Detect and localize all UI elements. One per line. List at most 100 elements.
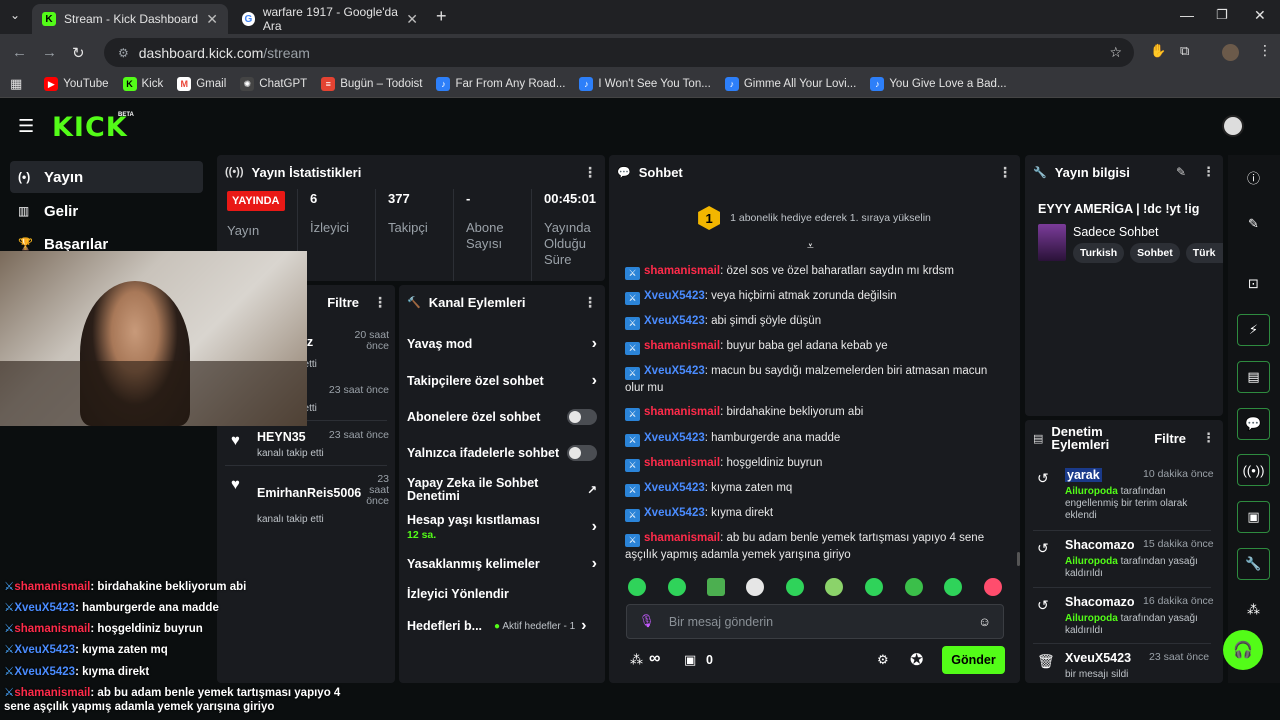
user-avatar[interactable]	[1222, 115, 1244, 137]
more-options-icon[interactable]: ⋮	[1202, 164, 1215, 180]
chat-scrollbar[interactable]	[1017, 552, 1020, 566]
emote-only-toggle[interactable]	[567, 445, 597, 461]
mod-target-name[interactable]: Shacomazo	[1065, 595, 1134, 609]
chat-username[interactable]: XveuX5423	[644, 315, 705, 327]
hamburger-menu-icon[interactable]: ☰	[18, 116, 34, 137]
bookmark-gmail[interactable]: M Gmail	[177, 77, 226, 91]
emote-icon[interactable]	[628, 578, 646, 596]
tab-google-search[interactable]: G warfare 1917 - Google'da Ara ✕	[232, 4, 428, 34]
reload-icon[interactable]: ↻	[72, 44, 85, 62]
banned-words-row[interactable]: Yasaklanmış kelimeler ›	[407, 555, 597, 573]
chat-username[interactable]: XveuX5423	[644, 365, 705, 377]
edit-icon[interactable]: ✎	[1237, 208, 1270, 240]
chat-username[interactable]: XveuX5423	[644, 482, 705, 494]
chest-icon[interactable]: ▣	[684, 652, 696, 668]
points-widget-icon[interactable]: ⁂	[1237, 594, 1270, 626]
url-bar[interactable]: ⚙ dashboard.kick.com/stream ☆	[104, 38, 1134, 67]
close-window-icon[interactable]: ✕	[1254, 7, 1266, 24]
close-tab-icon[interactable]: ✕	[406, 11, 418, 28]
chat-username[interactable]: shamanismail	[644, 340, 720, 352]
emote-icon[interactable]	[825, 578, 843, 596]
more-options-icon[interactable]: ⋮	[998, 164, 1012, 181]
more-options-icon[interactable]: ⋮	[583, 294, 597, 311]
site-info-icon[interactable]: ⚙	[118, 46, 129, 60]
emote-icon[interactable]	[905, 578, 923, 596]
ai-moderation-row[interactable]: Yapay Zeka ile Sohbet Denetimi ↗	[407, 477, 597, 503]
gift-leaderboard-banner[interactable]: 1 1 abonelik hediye ederek 1. sıraya yük…	[609, 189, 1020, 247]
bookmark-kick[interactable]: K Kick	[122, 77, 163, 91]
slow-mode-row[interactable]: Yavaş mod ›	[407, 335, 597, 353]
tools-widget-icon[interactable]: 🔧	[1237, 548, 1270, 580]
extensions-puzzle-icon[interactable]: ⧉	[1180, 43, 1189, 59]
chat-username[interactable]: XveuX5423	[644, 507, 705, 519]
new-tab-icon[interactable]: +	[436, 6, 447, 27]
bookmark-todoist[interactable]: ≡ Bugün – Todoist	[321, 77, 422, 91]
emote-icon[interactable]	[984, 578, 1002, 596]
notes-icon[interactable]: ▤	[1237, 361, 1270, 393]
extension-icon[interactable]: ✋	[1150, 43, 1166, 59]
emote-icon[interactable]	[865, 578, 883, 596]
back-icon[interactable]: ←	[12, 44, 27, 61]
chat-input[interactable]: 🎙 Bir mesaj gönderin ☺	[626, 604, 1004, 639]
followers-filter-button[interactable]: Filtre	[327, 295, 359, 310]
chat-username[interactable]: shamanismail	[644, 265, 720, 277]
emote-icon[interactable]	[707, 578, 725, 596]
kick-logo[interactable]: KICK	[52, 112, 128, 143]
bookmark-star-icon[interactable]: ☆	[1109, 44, 1122, 61]
emote-icon[interactable]	[944, 578, 962, 596]
bookmark-song-2[interactable]: ♪ I Won't See You Ton...	[579, 77, 711, 91]
bookmark-chatgpt[interactable]: ✺ ChatGPT	[240, 77, 307, 91]
bookmark-song-1[interactable]: ♪ Far From Any Road...	[436, 77, 565, 91]
minimize-icon[interactable]: —	[1180, 7, 1194, 23]
microphone-icon[interactable]: 🎙	[639, 614, 655, 629]
tab-kick-dashboard[interactable]: K Stream - Kick Dashboard ✕	[32, 4, 228, 34]
video-widget-icon[interactable]: ▣	[1237, 501, 1270, 533]
chat-username[interactable]: shamanismail	[644, 406, 720, 418]
points-icon[interactable]: ⁂	[630, 652, 643, 668]
account-age-row[interactable]: Hesap yaşı kısıtlaması 12 sa. ›	[407, 513, 597, 541]
followers-only-row[interactable]: Takipçilere özel sohbet ›	[407, 372, 597, 390]
chat-widget-icon[interactable]: 💬	[1237, 408, 1270, 440]
profile-avatar[interactable]	[1222, 44, 1239, 61]
chat-settings-icon[interactable]: ⚙	[877, 652, 889, 668]
chat-username[interactable]: XveuX5423	[644, 290, 705, 302]
tag-chip[interactable]: Turkish	[1073, 243, 1125, 263]
more-options-icon[interactable]: ⋮	[373, 294, 387, 311]
chat-username[interactable]: shamanismail	[644, 532, 720, 544]
edit-pencil-icon[interactable]: ✎	[1176, 165, 1186, 179]
close-tab-icon[interactable]: ✕	[206, 11, 218, 28]
clip-icon[interactable]: ⊡	[1237, 268, 1270, 300]
pin-collapse-icon[interactable]: ⩡	[807, 239, 814, 254]
bookmark-song-4[interactable]: ♪ You Give Love a Bad...	[870, 77, 1007, 91]
mod-tools-icon[interactable]: ✪	[910, 650, 923, 670]
emote-icon[interactable]	[668, 578, 686, 596]
moderation-filter-button[interactable]: Filtre	[1154, 431, 1186, 446]
quick-actions-icon[interactable]: ⚡	[1237, 314, 1270, 346]
maximize-icon[interactable]: ❐	[1216, 7, 1228, 23]
goals-row[interactable]: Hedefleri b... ● Aktif hedefler - 1 ›	[407, 617, 597, 635]
browser-menu-icon[interactable]: ⋮	[1258, 42, 1272, 59]
nav-item-gelir[interactable]: ▥ Gelir	[10, 195, 203, 227]
bookmark-song-3[interactable]: ♪ Gimme All Your Lovi...	[724, 77, 856, 91]
mod-target-name[interactable]: Shacomazo	[1065, 538, 1134, 552]
bookmark-youtube[interactable]: ▶ YouTube	[44, 77, 109, 91]
broadcast-widget-icon[interactable]: ((•))	[1237, 454, 1270, 486]
emoji-picker-icon[interactable]: ☺	[978, 615, 991, 629]
tag-chip[interactable]: Sohbet	[1130, 243, 1180, 263]
more-options-icon[interactable]: ⋮	[583, 164, 597, 181]
chat-username[interactable]: shamanismail	[644, 457, 720, 469]
more-options-icon[interactable]: ⋮	[1202, 430, 1215, 446]
send-button[interactable]: Gönder	[942, 646, 1005, 674]
forward-icon[interactable]: →	[42, 44, 57, 61]
tab-list-icon[interactable]: ⌄	[10, 8, 20, 22]
subs-only-toggle[interactable]	[567, 409, 597, 425]
emote-icon[interactable]	[746, 578, 764, 596]
support-headset-button[interactable]: 🎧	[1223, 630, 1263, 670]
mod-target-name[interactable]: yarak	[1065, 468, 1102, 482]
host-viewers-row[interactable]: İzleyici Yönlendir	[407, 587, 597, 601]
mod-target-name[interactable]: XveuX5423	[1065, 651, 1131, 665]
emote-icon[interactable]	[786, 578, 804, 596]
chat-username[interactable]: XveuX5423	[644, 432, 705, 444]
info-icon[interactable]: ⓘ	[1237, 161, 1270, 193]
category-name[interactable]: Sadece Sohbet	[1073, 225, 1159, 239]
